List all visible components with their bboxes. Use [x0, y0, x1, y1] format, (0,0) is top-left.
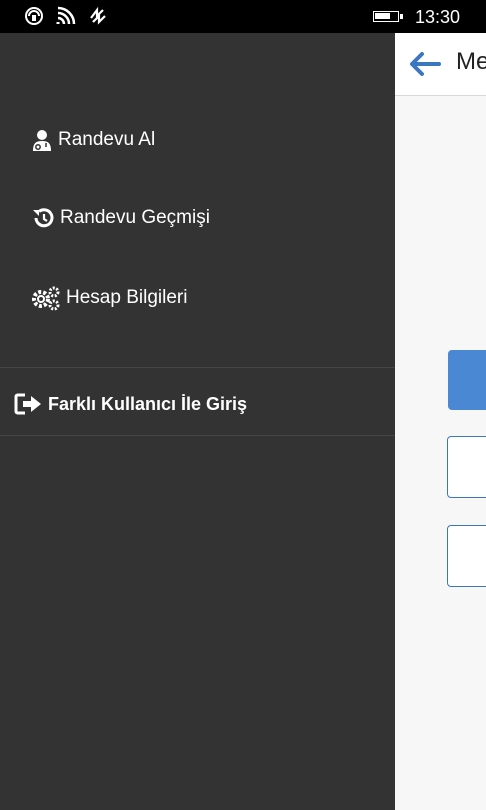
drawer-item-label: Randevu Geçmişi — [60, 207, 210, 228]
battery-icon — [373, 11, 403, 22]
sign-out-icon — [14, 392, 44, 416]
drawer-item-hesap-bilgileri[interactable]: Hesap Bilgileri — [30, 285, 187, 311]
gears-icon — [30, 285, 62, 311]
drawer-item-randevu-al[interactable]: Randevu Al — [30, 128, 155, 152]
doctor-icon — [30, 128, 54, 152]
primary-button[interactable] — [448, 350, 486, 410]
drawer-item-label: Randevu Al — [58, 129, 156, 150]
history-icon — [30, 206, 56, 230]
wifi-icon — [56, 6, 78, 31]
back-arrow-icon[interactable] — [409, 51, 441, 82]
drawer-item-label: Farklı Kullanıcı İle Giriş — [48, 393, 248, 414]
drawer-divider — [0, 435, 395, 436]
tertiary-button[interactable] — [447, 525, 486, 587]
drawer-item-randevu-gecmisi[interactable]: Randevu Geçmişi — [30, 206, 210, 230]
page-title: Me — [456, 48, 486, 75]
drawer-item-label: Hesap Bilgileri — [66, 287, 188, 308]
navigation-drawer: Randevu Al Randevu Geçmişi Hesap Bilgile… — [0, 33, 395, 810]
status-bar: 13:30 — [0, 0, 486, 33]
drawer-item-logout[interactable]: Farklı Kullanıcı İle Giriş — [14, 392, 247, 416]
nfc-icon — [24, 6, 44, 31]
clock: 13:30 — [415, 7, 461, 27]
page-header: Me — [395, 33, 486, 96]
signal-icon — [88, 6, 108, 31]
secondary-button[interactable] — [447, 436, 486, 498]
drawer-divider — [0, 367, 395, 368]
